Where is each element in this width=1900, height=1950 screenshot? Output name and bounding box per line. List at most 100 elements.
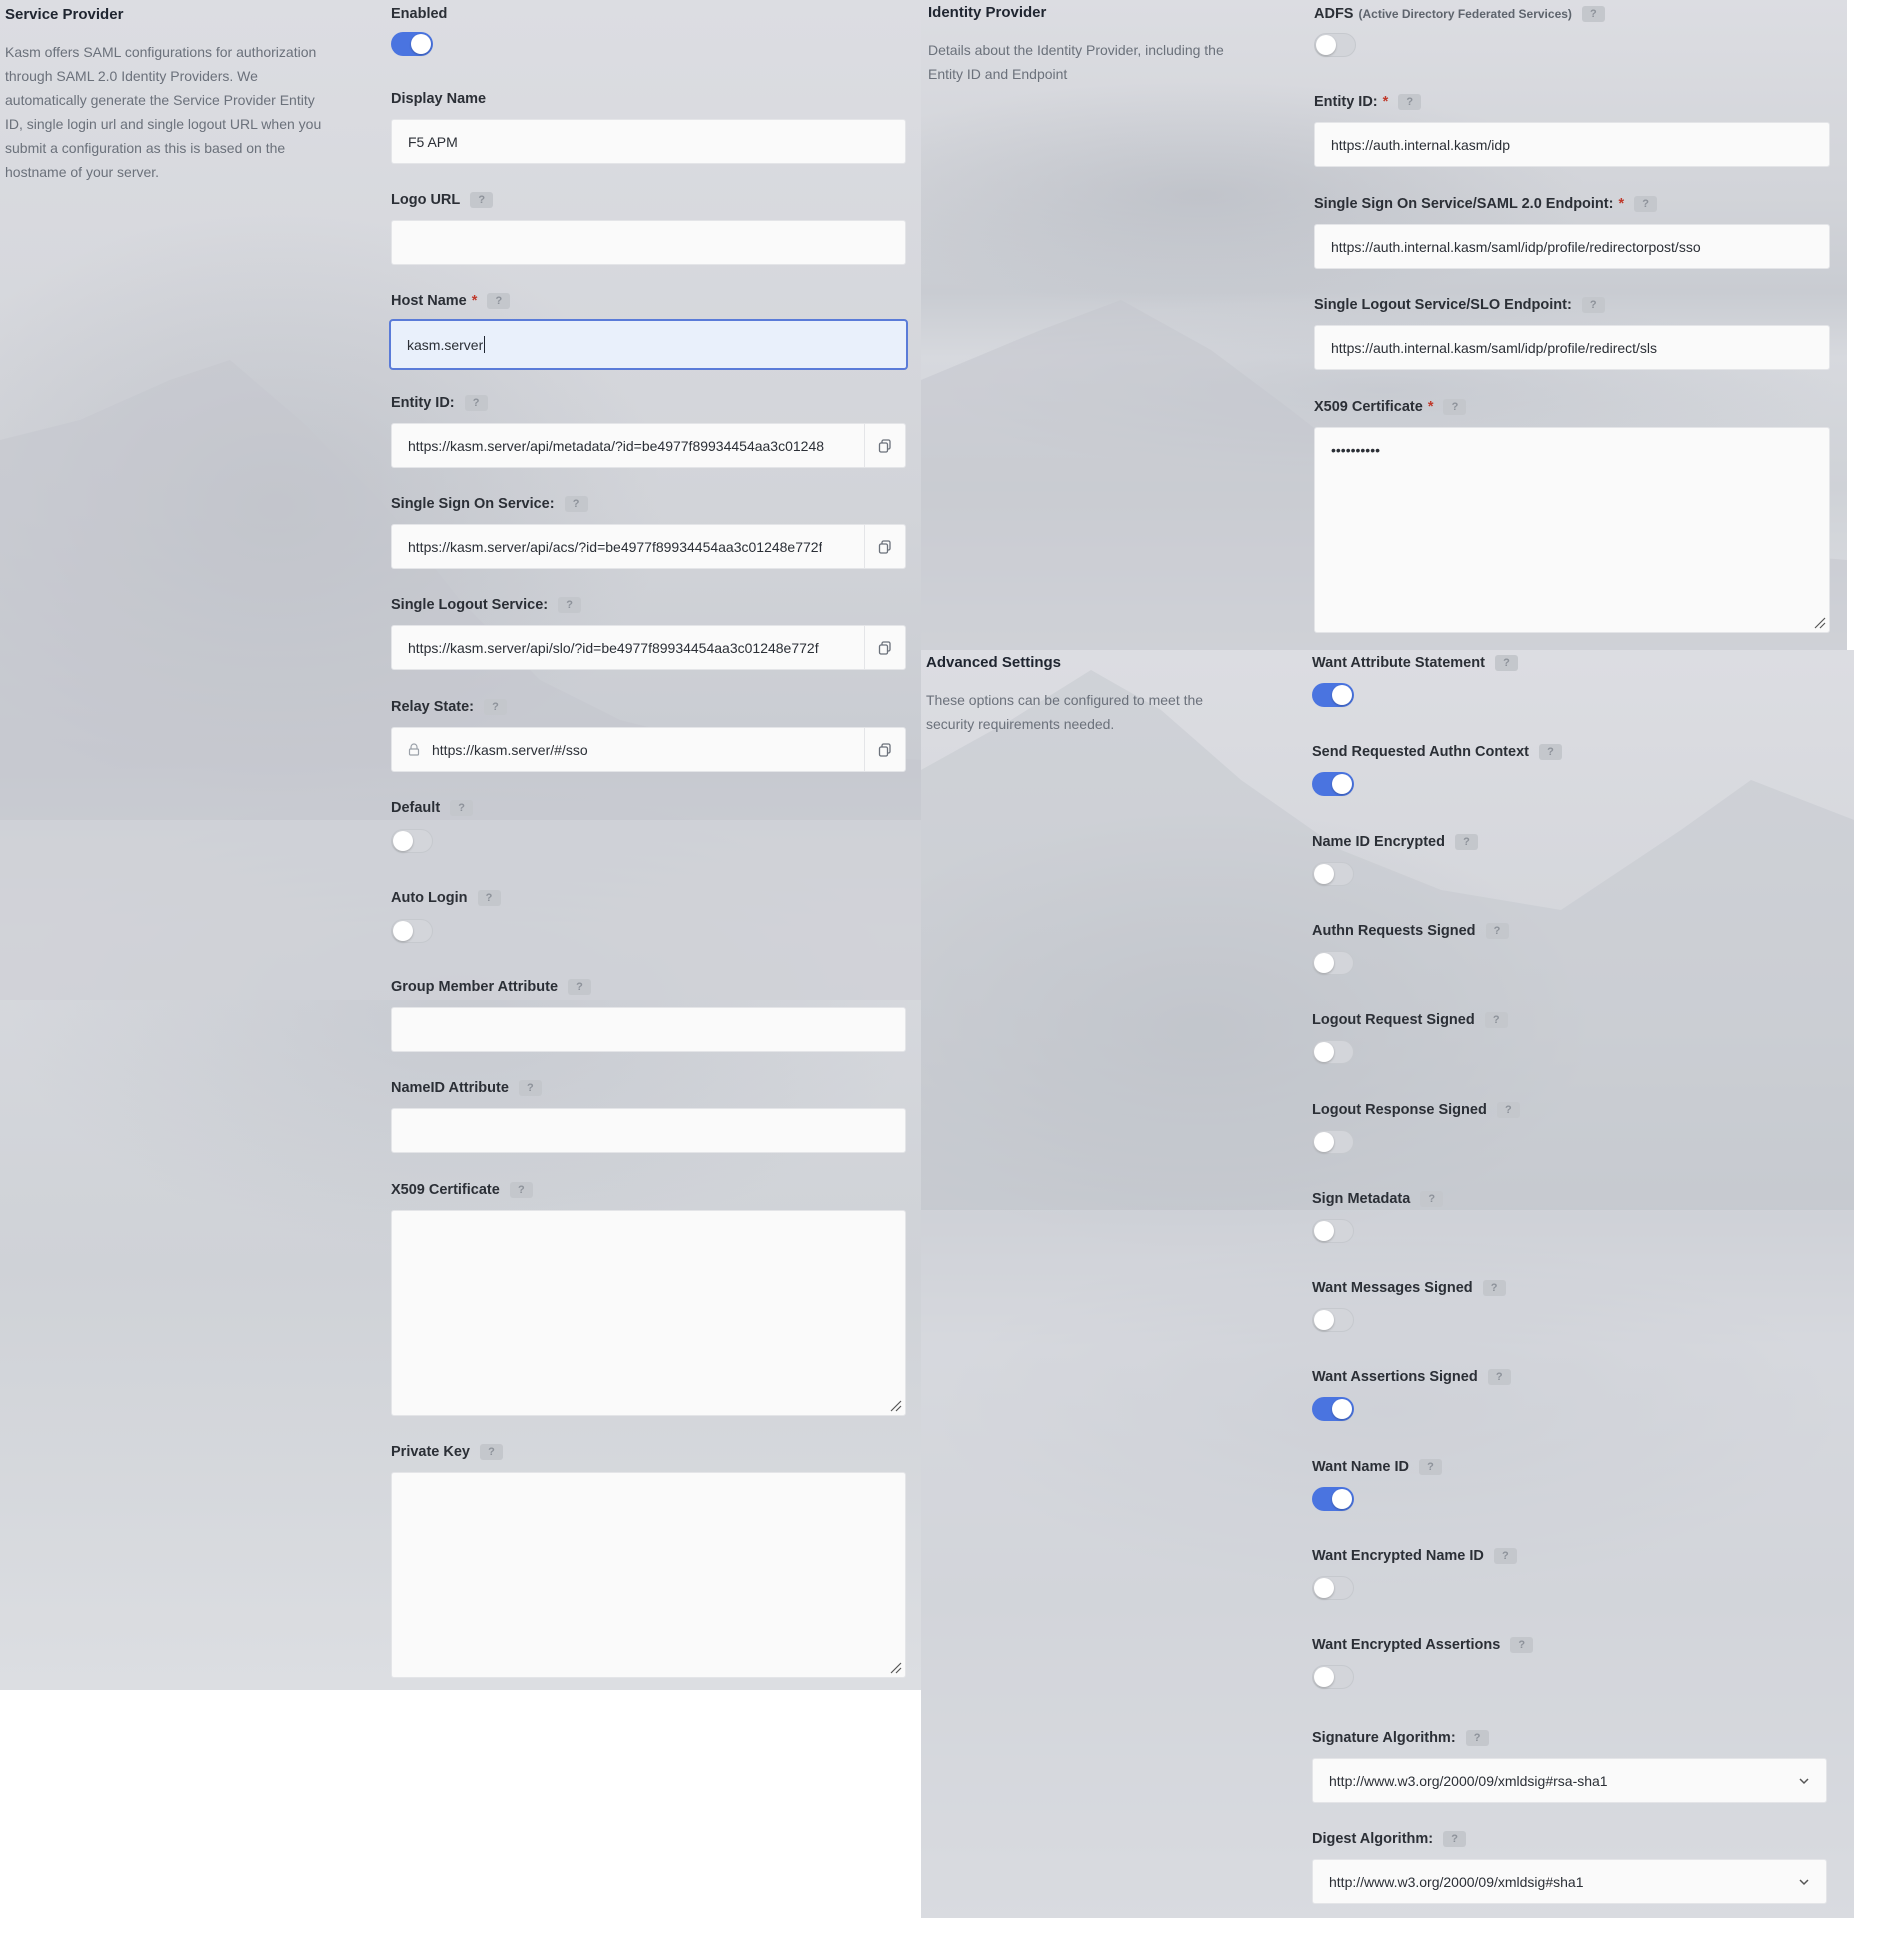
copy-icon (878, 742, 891, 757)
help-icon[interactable]: ? (1493, 1548, 1517, 1564)
sso-service-field[interactable]: https://kasm.server/api/acs/?id=be4977f8… (391, 524, 906, 569)
help-icon[interactable]: ? (1581, 6, 1605, 22)
enabled-label: Enabled (391, 6, 448, 22)
logout-request-signed-label: Logout Request Signed? (1312, 1012, 1508, 1028)
adfs-toggle[interactable] (1314, 33, 1356, 57)
copy-icon (878, 539, 891, 554)
entity-id-field[interactable]: https://kasm.server/api/metadata/?id=be4… (391, 423, 906, 468)
idp-slo-endpoint-input[interactable]: https://auth.internal.kasm/saml/idp/prof… (1314, 325, 1830, 370)
help-icon[interactable]: ? (1418, 1459, 1442, 1475)
relay-state-field[interactable]: https://kasm.server/#/sso (391, 727, 906, 772)
help-icon[interactable]: ? (487, 293, 511, 309)
copy-button[interactable] (864, 525, 905, 568)
idp-x509-label: X509 Certificate * ? (1314, 399, 1467, 415)
help-icon[interactable]: ? (1510, 1637, 1534, 1653)
want-encrypted-assertions-toggle[interactable] (1312, 1665, 1354, 1689)
auto-login-toggle[interactable] (391, 919, 433, 943)
display-name-input[interactable]: F5 APM (391, 119, 906, 164)
section-title: Service Provider (5, 6, 124, 23)
help-icon[interactable]: ? (1454, 834, 1478, 850)
help-icon[interactable]: ? (480, 1444, 503, 1460)
private-key-textarea[interactable] (391, 1472, 906, 1678)
sign-metadata-toggle[interactable] (1312, 1219, 1354, 1243)
group-member-attribute-input[interactable] (391, 1007, 906, 1052)
idp-sso-endpoint-label: Single Sign On Service/SAML 2.0 Endpoint… (1314, 196, 1658, 212)
want-name-id-label: Want Name ID? (1312, 1459, 1442, 1475)
slo-service-label: Single Logout Service: ? (391, 597, 582, 613)
help-icon[interactable]: ? (1538, 744, 1562, 760)
service-provider-panel: Service Provider Kasm offers SAML config… (0, 0, 921, 1690)
sp-x509-label: X509 Certificate ? (391, 1182, 533, 1198)
copy-button[interactable] (864, 626, 905, 669)
logout-response-signed-toggle[interactable] (1312, 1130, 1354, 1154)
help-icon[interactable]: ? (509, 1182, 533, 1198)
lock-icon (408, 743, 420, 756)
digest-algorithm-label: Digest Algorithm: ? (1312, 1831, 1467, 1847)
want-assertions-signed-label: Want Assertions Signed? (1312, 1369, 1511, 1385)
resize-handle-icon[interactable] (888, 1398, 902, 1412)
required-mark: * (1427, 399, 1434, 415)
help-icon[interactable]: ? (484, 699, 508, 715)
want-attribute-statement-toggle[interactable] (1312, 683, 1354, 707)
enabled-toggle[interactable] (391, 32, 433, 56)
help-icon[interactable]: ? (477, 890, 501, 906)
help-icon[interactable]: ? (450, 800, 474, 816)
text-caret (484, 336, 486, 353)
help-icon[interactable]: ? (1494, 655, 1518, 671)
help-icon[interactable]: ? (558, 597, 582, 613)
help-icon[interactable]: ? (1581, 297, 1605, 313)
idp-entity-id-input[interactable]: https://auth.internal.kasm/idp (1314, 122, 1830, 167)
want-attribute-statement-label: Want Attribute Statement? (1312, 655, 1518, 671)
help-icon[interactable]: ? (1443, 1831, 1467, 1847)
name-id-encrypted-label: Name ID Encrypted? (1312, 834, 1478, 850)
entity-id-label: Entity ID: ? (391, 395, 488, 411)
want-encrypted-name-id-toggle[interactable] (1312, 1576, 1354, 1600)
help-icon[interactable]: ? (464, 395, 488, 411)
required-mark: * (1618, 196, 1625, 212)
digest-algorithm-select[interactable]: http://www.w3.org/2000/09/xmldsig#sha1 (1312, 1859, 1827, 1904)
help-icon[interactable]: ? (1485, 923, 1509, 939)
slo-service-field[interactable]: https://kasm.server/api/slo/?id=be4977f8… (391, 625, 906, 670)
default-label: Default ? (391, 800, 474, 816)
authn-requests-signed-toggle[interactable] (1312, 951, 1354, 975)
want-messages-signed-toggle[interactable] (1312, 1308, 1354, 1332)
nameid-attribute-input[interactable] (391, 1108, 906, 1153)
help-icon[interactable]: ? (1465, 1730, 1489, 1746)
chevron-down-icon (1799, 1777, 1809, 1784)
host-name-input[interactable]: kasm.server (389, 319, 908, 370)
help-icon[interactable]: ? (1420, 1191, 1444, 1207)
name-id-encrypted-toggle[interactable] (1312, 862, 1354, 886)
logo-url-input[interactable] (391, 220, 906, 265)
idp-x509-textarea[interactable]: •••••••••• (1314, 427, 1830, 633)
resize-handle-icon[interactable] (888, 1660, 902, 1674)
section-title: Advanced Settings (926, 654, 1062, 671)
copy-button[interactable] (864, 728, 905, 771)
send-requested-authn-context-label: Send Requested Authn Context? (1312, 744, 1562, 760)
help-icon[interactable]: ? (518, 1080, 542, 1096)
want-assertions-signed-toggle[interactable] (1312, 1397, 1354, 1421)
help-icon[interactable]: ? (1484, 1012, 1508, 1028)
help-icon[interactable]: ? (1634, 196, 1658, 212)
help-icon[interactable]: ? (1482, 1280, 1506, 1296)
help-icon[interactable]: ? (568, 979, 592, 995)
section-description: These options can be configured to meet … (926, 692, 1204, 732)
logout-request-signed-toggle[interactable] (1312, 1040, 1354, 1064)
help-icon[interactable]: ? (1398, 94, 1422, 110)
help-icon[interactable]: ? (1496, 1102, 1520, 1118)
want-name-id-toggle[interactable] (1312, 1487, 1354, 1511)
help-icon[interactable]: ? (1443, 399, 1467, 415)
idp-sso-endpoint-input[interactable]: https://auth.internal.kasm/saml/idp/prof… (1314, 224, 1830, 269)
idp-entity-id-label: Entity ID: * ? (1314, 94, 1422, 110)
default-toggle[interactable] (391, 829, 433, 853)
resize-handle-icon[interactable] (1812, 615, 1826, 629)
required-mark: * (471, 293, 478, 309)
copy-button[interactable] (864, 424, 905, 467)
help-icon[interactable]: ? (564, 496, 588, 512)
help-icon[interactable]: ? (1487, 1369, 1511, 1385)
signature-algorithm-select[interactable]: http://www.w3.org/2000/09/xmldsig#rsa-sh… (1312, 1758, 1827, 1803)
authn-requests-signed-label: Authn Requests Signed? (1312, 923, 1509, 939)
sp-x509-textarea[interactable] (391, 1210, 906, 1416)
section-description: Kasm offers SAML configurations for auth… (5, 44, 322, 180)
send-requested-authn-context-toggle[interactable] (1312, 772, 1354, 796)
help-icon[interactable]: ? (470, 192, 494, 208)
